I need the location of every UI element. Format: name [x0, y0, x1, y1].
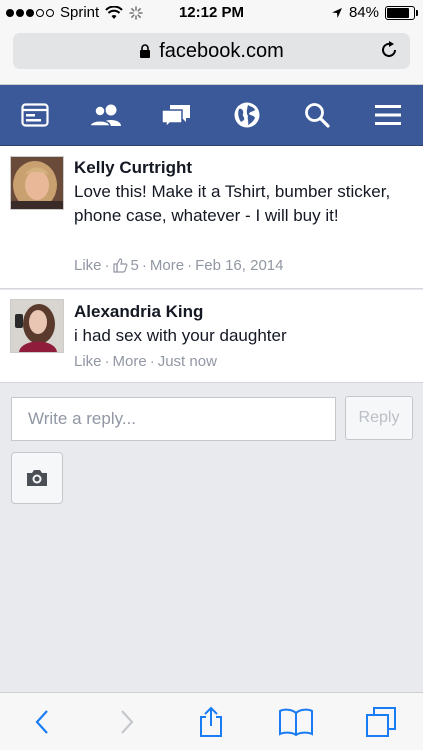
thumbs-up-icon [112, 258, 127, 273]
avatar[interactable] [10, 156, 64, 210]
forward-chevron-icon [121, 709, 134, 734]
like-link[interactable]: Like [74, 257, 102, 274]
separator: · [187, 257, 193, 274]
feed-icon[interactable] [15, 95, 55, 135]
more-link[interactable]: More [150, 257, 184, 274]
lock-icon [140, 43, 151, 58]
reload-icon[interactable] [378, 39, 400, 61]
share-button[interactable] [189, 700, 233, 744]
battery-percent: 84% [348, 4, 379, 21]
separator: · [104, 257, 110, 274]
bookmarks-button[interactable] [274, 700, 318, 744]
browser-toolbar [0, 692, 423, 750]
notifications-globe-icon[interactable] [227, 95, 267, 135]
comment-text: i had sex with your daughter [74, 326, 287, 345]
facebook-nav-bar [0, 85, 423, 146]
camera-icon [27, 470, 47, 486]
comment-timestamp[interactable]: Feb 16, 2014 [195, 257, 283, 274]
reply-input[interactable]: Write a reply... [11, 397, 336, 441]
avatar[interactable] [10, 299, 64, 353]
comment-author[interactable]: Kelly Curtright [74, 158, 192, 178]
forward-button[interactable] [105, 700, 149, 744]
like-count[interactable]: 5 [131, 257, 139, 274]
tabs-button[interactable] [359, 700, 403, 744]
comment-timestamp[interactable]: Just now [158, 353, 217, 370]
search-icon[interactable] [297, 95, 337, 135]
comment-meta: Like · More · Just now [74, 353, 217, 370]
separator: · [141, 257, 147, 274]
more-link[interactable]: More [113, 353, 147, 370]
comment-text: Love this! Make it a Tshirt, bumber stic… [74, 182, 391, 225]
status-bar: Sprint 12:12 PM 84% [0, 0, 423, 28]
book-icon [279, 708, 314, 736]
separator: · [149, 353, 155, 370]
comment-author[interactable]: Alexandria King [74, 302, 203, 322]
battery-icon [385, 5, 418, 20]
tabs-icon [365, 706, 396, 737]
comment: Alexandria King i had sex with your daug… [0, 290, 423, 383]
back-chevron-icon [35, 709, 49, 734]
status-right: 84% [331, 4, 418, 21]
separator: · [104, 353, 110, 370]
like-link[interactable]: Like [74, 353, 102, 370]
camera-button[interactable] [11, 452, 63, 504]
browser-chrome: facebook.com [0, 28, 423, 85]
location-arrow-icon [331, 7, 342, 18]
comment-meta: Like · 5 · More · Feb 16, 2014 [74, 257, 283, 274]
reply-button[interactable]: Reply [345, 396, 413, 440]
menu-icon[interactable] [368, 95, 408, 135]
messages-icon[interactable] [156, 95, 196, 135]
friends-icon[interactable] [86, 95, 126, 135]
back-button[interactable] [20, 700, 64, 744]
comment: Kelly Curtright Love this! Make it a Tsh… [0, 146, 423, 289]
battery-fill [387, 7, 409, 18]
url-text: facebook.com [159, 39, 284, 62]
address-bar[interactable]: facebook.com [13, 33, 410, 69]
share-icon [200, 706, 223, 737]
